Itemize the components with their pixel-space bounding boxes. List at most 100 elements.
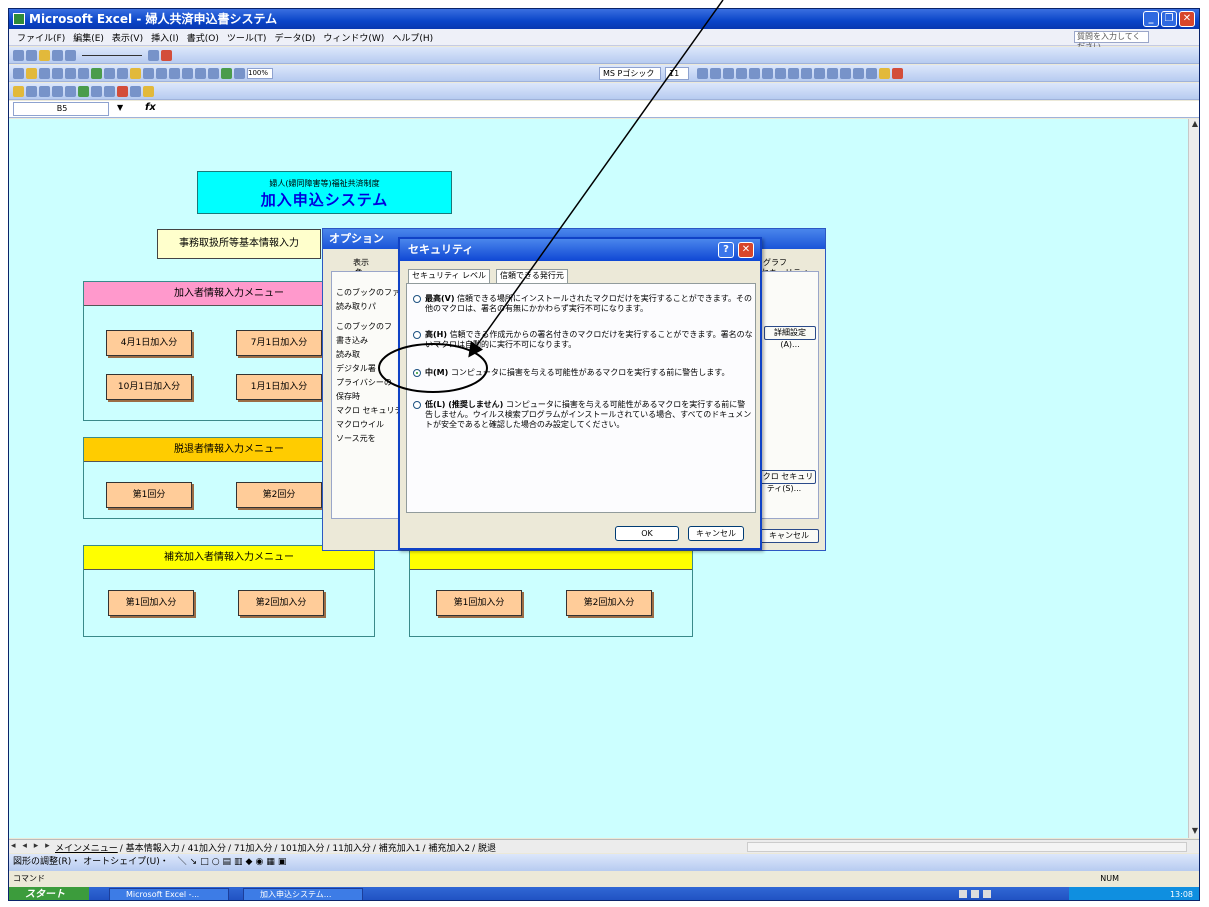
sheet-nav-arrows[interactable]: ◂ ◂ ▸ ▸ [11,841,52,851]
radio-veryhigh[interactable] [413,295,421,303]
toolbar-icon[interactable] [39,86,50,97]
options-cancel-button[interactable]: キャンセル [759,529,819,543]
radio-high[interactable] [413,331,421,339]
tab-security-level[interactable]: セキュリティ レベル [408,269,491,283]
align-center-icon[interactable] [749,68,760,79]
preview-icon[interactable] [78,68,89,79]
menu-help[interactable]: ヘルプ(H) [392,31,433,44]
zoom-box[interactable]: 100% [247,68,273,79]
font-name-select[interactable]: MS Pゴシック [599,67,661,80]
toolbar-icon[interactable] [78,86,89,97]
hyperlink-icon[interactable] [169,68,180,79]
align-right-icon[interactable] [762,68,773,79]
security-option-high[interactable]: 高(H) 信頼できる作成元からの署名付きのマクロだけを実行することができます。署… [413,330,753,350]
october-enroll-button[interactable]: 10月1日加入分 [106,374,192,400]
menu-data[interactable]: データ(D) [274,31,315,44]
increase-decimal-icon[interactable] [827,68,838,79]
toolbar-icon[interactable] [26,86,37,97]
name-box[interactable]: B5 [13,102,109,116]
sheet-tab-basic-info[interactable]: 基本情報入力 [126,844,180,853]
undo-icon[interactable] [143,68,154,79]
sheet-tab-71[interactable]: 71加入分 [234,844,272,853]
security-option-low[interactable]: 低(L) (推奨しません) コンピュータに損害を与える可能性があるマクロを実行す… [413,400,753,430]
sheet-tab-main-menu[interactable]: メインメニュー [55,844,118,853]
underline-icon[interactable] [723,68,734,79]
menu-file[interactable]: ファイル(F) [17,31,65,44]
sheet-tab-supp2[interactable]: 補充加入2 [428,844,470,853]
supplementary-right-round1-button[interactable]: 第1回加入分 [436,590,522,616]
borders-icon[interactable] [866,68,877,79]
draw-menu-button[interactable]: 図形の調整(R)・ [13,857,80,867]
font-color-icon[interactable] [892,68,903,79]
autoshape-button[interactable]: オートシェイプ(U)・ [83,857,169,867]
toolbar-icon[interactable] [13,86,24,97]
save-icon[interactable] [39,68,50,79]
shape-tools-icon[interactable]: ＼↘□○▤▥◆◉▦▣ [178,857,290,867]
ok-button[interactable]: OK [615,526,679,541]
security-option-medium[interactable]: 中(M) コンピュータに損害を与える可能性があるマクロを実行する前に警告します。 [413,368,753,378]
task-system[interactable]: 加入申込システム... [243,888,363,900]
fill-color-icon[interactable] [879,68,890,79]
comma-icon[interactable] [814,68,825,79]
open-icon[interactable] [26,68,37,79]
sheet-tab-11[interactable]: 11加入分 [332,844,370,853]
decrease-decimal-icon[interactable] [840,68,851,79]
basic-info-input-button[interactable]: 事務取扱所等基本情報入力 [157,229,321,259]
sheet-tab-41[interactable]: 41加入分 [188,844,226,853]
menu-format[interactable]: 書式(O) [187,31,219,44]
close-icon[interactable]: ✕ [738,242,754,258]
july-enroll-button[interactable]: 7月1日加入分 [236,330,322,356]
scroll-up-icon[interactable]: ▲ [1189,119,1199,131]
toolbar-icon[interactable] [39,50,50,61]
cut-icon[interactable] [104,68,115,79]
fx-icon[interactable]: fx [145,102,156,113]
menu-window[interactable]: ウィンドウ(W) [323,31,384,44]
january-enroll-button[interactable]: 1月1日加入分 [236,374,322,400]
menu-insert[interactable]: 挿入(I) [151,31,179,44]
detail-settings-button[interactable]: 詳細設定(A)... [764,326,816,349]
start-button[interactable]: スタート [9,887,89,900]
april-enroll-button[interactable]: 4月1日加入分 [106,330,192,356]
menu-tools[interactable]: ツール(T) [227,31,267,44]
tab-trusted-publishers[interactable]: 信頼できる発行元 [496,269,568,283]
indent-icon[interactable] [853,68,864,79]
scroll-down-icon[interactable]: ▼ [1189,826,1199,838]
autosum-icon[interactable] [182,68,193,79]
toolbar-icon[interactable] [91,86,102,97]
sheet-tab-withdraw[interactable]: 脱退 [478,844,496,853]
supplementary-round1-button[interactable]: 第1回加入分 [108,590,194,616]
sort-desc-icon[interactable] [208,68,219,79]
task-excel[interactable]: Microsoft Excel -... [109,888,229,900]
supplementary-round2-button[interactable]: 第2回加入分 [238,590,324,616]
toolbar-icon[interactable] [13,50,24,61]
line-style-icon[interactable] [82,55,142,56]
sheet-tab-supp1[interactable]: 補充加入1 [379,844,421,853]
horizontal-scrollbar[interactable] [747,842,1187,852]
toolbar-icon[interactable] [143,86,154,97]
paste-icon[interactable] [130,68,141,79]
sheet-tab-101[interactable]: 101加入分 [280,844,324,853]
sort-asc-icon[interactable] [195,68,206,79]
close-button[interactable]: ✕ [1179,11,1195,27]
spell-icon[interactable] [91,68,102,79]
security-option-veryhigh[interactable]: 最高(V) 信頼できる場所にインストールされたマクロだけを実行することができます… [413,294,753,314]
radio-medium[interactable] [413,369,421,377]
withdrawal-round1-button[interactable]: 第1回分 [106,482,192,508]
withdrawal-round2-button[interactable]: 第2回分 [236,482,322,508]
radio-low[interactable] [413,401,421,409]
help-search-input[interactable]: 質問を入力してください [1074,31,1149,51]
toolbar-icon[interactable] [148,50,159,61]
menu-view[interactable]: 表示(V) [112,31,143,44]
copy-icon[interactable] [117,68,128,79]
toolbar-icon[interactable] [52,50,63,61]
chart-wizard-icon[interactable] [221,68,232,79]
percent-icon[interactable] [801,68,812,79]
currency-icon[interactable] [788,68,799,79]
vertical-scrollbar[interactable]: ▲ ▼ [1188,119,1199,838]
align-left-icon[interactable] [736,68,747,79]
restore-button[interactable]: ❐ [1161,11,1177,27]
supplementary-right-round2-button[interactable]: 第2回加入分 [566,590,652,616]
cancel-button[interactable]: キャンセル [688,526,744,541]
minimize-button[interactable]: _ [1143,11,1159,27]
merge-center-icon[interactable] [775,68,786,79]
